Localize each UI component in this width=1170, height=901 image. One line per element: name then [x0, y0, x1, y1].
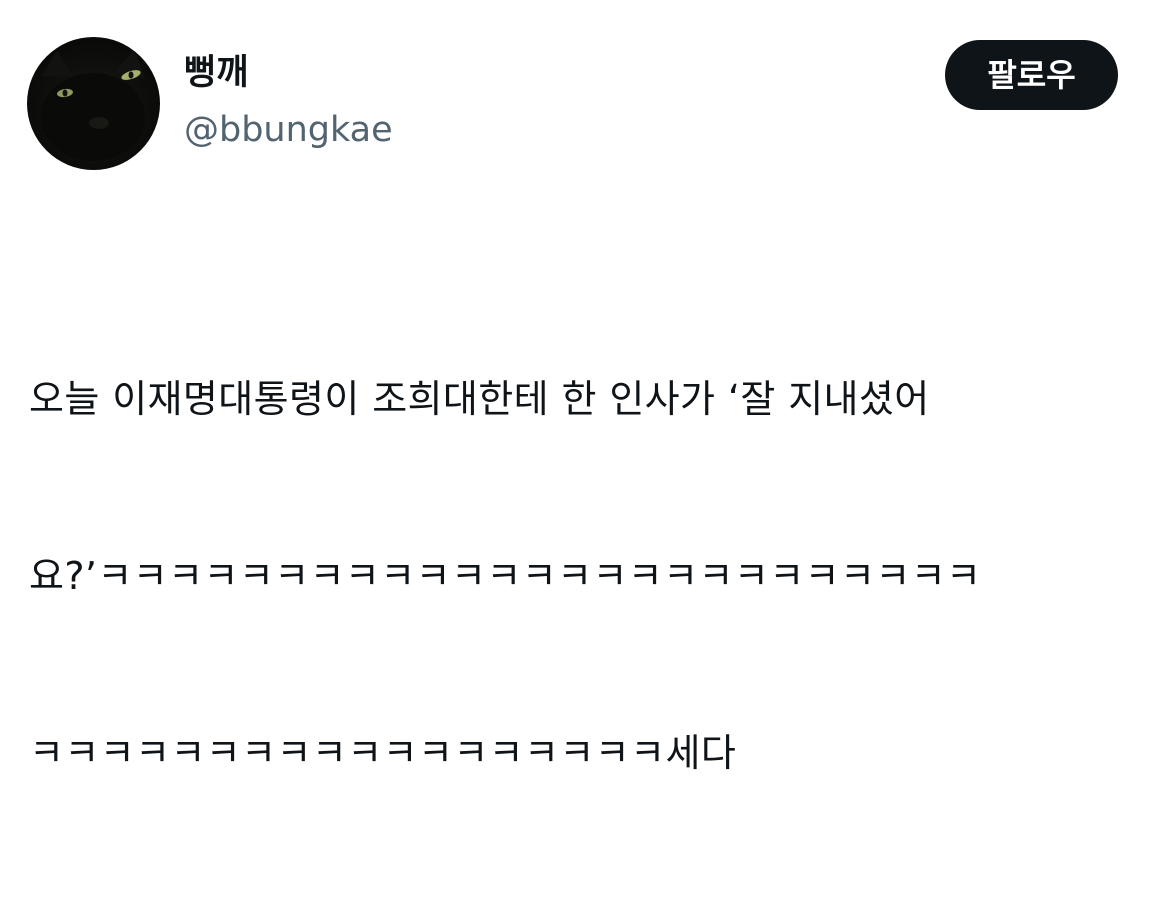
author-display-name[interactable]: 뻥깨	[184, 51, 248, 95]
author-handle[interactable]: @bbungkae	[184, 108, 393, 152]
author-avatar[interactable]	[27, 37, 160, 170]
tweet-text-line-3: ㅋㅋㅋㅋㅋㅋㅋㅋㅋㅋㅋㅋㅋㅋㅋㅋㅋㅋ세다	[29, 731, 737, 775]
follow-button[interactable]: 팔로우	[945, 40, 1118, 110]
tweet-text-line-1: 오늘 이재명대통령이 조희대한테 한 인사가 ‘잘 지내셨어	[29, 377, 930, 421]
tweet-text-line-2: 요?’ㅋㅋㅋㅋㅋㅋㅋㅋㅋㅋㅋㅋㅋㅋㅋㅋㅋㅋㅋㅋㅋㅋㅋㅋㅋ	[29, 554, 982, 598]
tweet-text: 오늘 이재명대통령이 조희대한테 한 인사가 ‘잘 지내셨어 요?’ㅋㅋㅋㅋㅋㅋ…	[29, 252, 1139, 901]
black-cat-icon	[41, 49, 145, 161]
tweet-card: 뻥깨 @bbungkae 팔로우 오늘 이재명대통령이 조희대한테 한 인사가 …	[0, 0, 1170, 775]
